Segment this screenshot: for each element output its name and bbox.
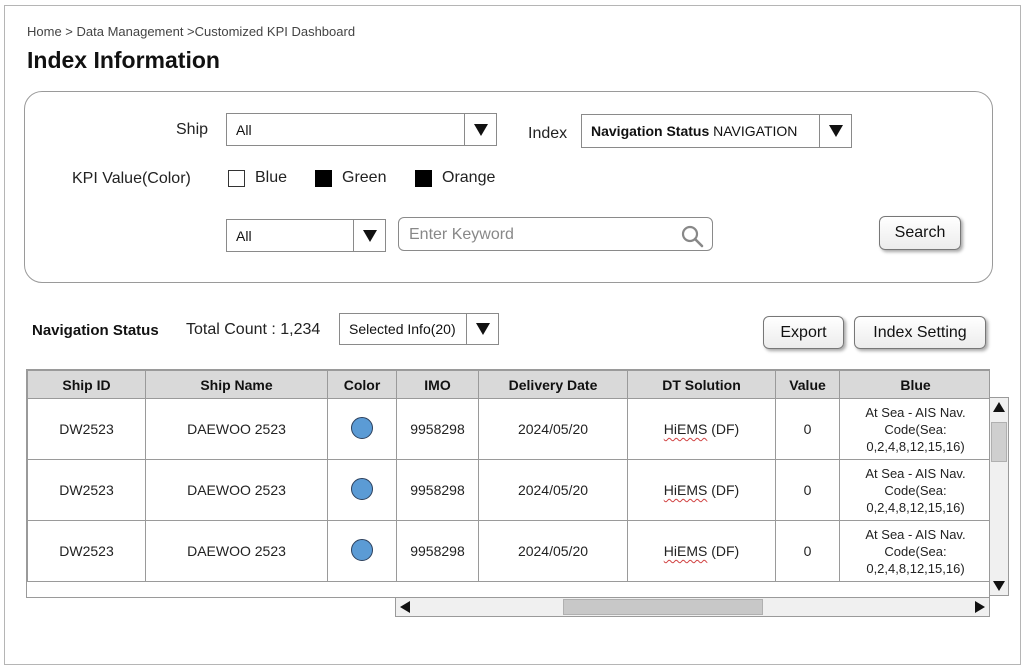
scroll-left-icon[interactable] bbox=[396, 598, 414, 616]
blue-criteria-line: Code(Sea: bbox=[884, 543, 947, 559]
selected-info-select[interactable]: Selected Info(20) bbox=[339, 313, 499, 345]
blue-criteria-line: 0,2,4,8,12,15,16) bbox=[866, 438, 965, 454]
column-header-dt-solution[interactable]: DT Solution bbox=[627, 370, 776, 399]
cell-ship-name: DAEWOO 2523 bbox=[145, 459, 328, 521]
cell-value: 0 bbox=[775, 398, 840, 460]
search-button[interactable]: Search bbox=[879, 216, 961, 250]
cell-dt-solution: HiEMS (DF) bbox=[627, 398, 776, 460]
blue-criteria-line: At Sea - AIS Nav. bbox=[865, 526, 966, 542]
cell-color bbox=[327, 398, 397, 460]
cell-dt-solution: HiEMS (DF) bbox=[627, 520, 776, 582]
page-title: Index Information bbox=[27, 47, 220, 73]
blue-criteria-line: Code(Sea: bbox=[884, 421, 947, 437]
index-select[interactable]: Navigation Status NAVIGATION bbox=[581, 114, 852, 148]
column-header-ship-name[interactable]: Ship Name bbox=[145, 370, 328, 399]
index-value-bold: Navigation Status bbox=[591, 123, 710, 139]
color-status-icon bbox=[351, 477, 373, 500]
cell-value: 0 bbox=[775, 520, 840, 582]
search-icon[interactable] bbox=[680, 224, 704, 248]
keyword-search-field[interactable] bbox=[398, 217, 713, 251]
cell-blue: At Sea - AIS Nav. Code(Sea: 0,2,4,8,12,1… bbox=[839, 520, 989, 582]
cell-imo: 9958298 bbox=[396, 398, 479, 460]
selected-info-value: Selected Info(20) bbox=[349, 321, 456, 337]
horizontal-scrollbar[interactable] bbox=[395, 597, 990, 617]
vertical-scrollbar[interactable] bbox=[989, 397, 1009, 596]
category-select[interactable]: All bbox=[226, 219, 386, 252]
keyword-input[interactable] bbox=[409, 224, 669, 246]
horizontal-scroll-thumb[interactable] bbox=[563, 599, 763, 615]
cell-ship-name: DAEWOO 2523 bbox=[145, 398, 328, 460]
dt-solution-name: HiEMS bbox=[663, 421, 708, 437]
column-header-color[interactable]: Color bbox=[327, 370, 397, 399]
chevron-down-icon[interactable] bbox=[353, 220, 385, 251]
cell-ship-id: DW2523 bbox=[27, 459, 146, 521]
cell-blue: At Sea - AIS Nav. Code(Sea: 0,2,4,8,12,1… bbox=[839, 459, 989, 521]
checkbox-checked-icon[interactable] bbox=[415, 169, 432, 187]
scroll-right-icon[interactable] bbox=[971, 598, 989, 616]
index-select-value: Navigation Status NAVIGATION bbox=[582, 123, 819, 139]
kpi-checkbox-label: Blue bbox=[255, 169, 288, 186]
table-row[interactable]: DW2523 DAEWOO 2523 9958298 2024/05/20 Hi… bbox=[27, 459, 989, 521]
cell-color bbox=[327, 459, 397, 521]
ship-select-value: All bbox=[236, 121, 252, 138]
blue-criteria-line: At Sea - AIS Nav. bbox=[865, 404, 966, 420]
kpi-checkbox-label: Green bbox=[342, 169, 387, 186]
dt-solution-type: (DF) bbox=[711, 421, 740, 437]
chevron-down-icon[interactable] bbox=[819, 115, 851, 147]
cell-ship-id: DW2523 bbox=[27, 520, 146, 582]
kpi-checkbox-label: Orange bbox=[442, 169, 496, 186]
ship-select[interactable]: All bbox=[226, 113, 497, 146]
blue-criteria-line: Code(Sea: bbox=[884, 482, 947, 498]
table-row[interactable]: DW2523 DAEWOO 2523 9958298 2024/05/20 Hi… bbox=[27, 398, 989, 460]
results-section-title: Navigation Status bbox=[32, 322, 159, 339]
ship-label: Ship bbox=[176, 121, 209, 138]
kpi-value-label: KPI Value(Color) bbox=[72, 170, 191, 187]
kpi-checkbox-orange[interactable]: Orange bbox=[415, 169, 495, 187]
index-setting-button[interactable]: Index Setting bbox=[854, 316, 986, 349]
table-row[interactable]: DW2523 DAEWOO 2523 9958298 2024/05/20 Hi… bbox=[27, 520, 989, 582]
cell-ship-id: DW2523 bbox=[27, 398, 146, 460]
column-header-blue[interactable]: Blue bbox=[839, 370, 989, 399]
cell-delivery-date: 2024/05/20 bbox=[478, 398, 628, 460]
checkbox-checked-icon[interactable] bbox=[315, 169, 332, 187]
breadcrumb: Home > Data Management >Customized KPI D… bbox=[27, 24, 356, 39]
table-header-row: Ship ID Ship Name Color IMO Delivery Dat… bbox=[27, 370, 989, 399]
cell-dt-solution: HiEMS (DF) bbox=[627, 459, 776, 521]
kpi-checkbox-blue[interactable]: Blue bbox=[228, 169, 287, 187]
cell-value: 0 bbox=[775, 459, 840, 521]
blue-criteria-line: 0,2,4,8,12,15,16) bbox=[866, 499, 965, 515]
results-table: Ship ID Ship Name Color IMO Delivery Dat… bbox=[26, 369, 990, 598]
category-select-value: All bbox=[236, 227, 252, 244]
index-value-rest: NAVIGATION bbox=[713, 123, 798, 139]
checkbox-icon[interactable] bbox=[228, 169, 245, 187]
cell-delivery-date: 2024/05/20 bbox=[478, 520, 628, 582]
blue-criteria-line: 0,2,4,8,12,15,16) bbox=[866, 560, 965, 576]
dt-solution-type: (DF) bbox=[711, 543, 740, 559]
export-button[interactable]: Export bbox=[763, 316, 844, 349]
cell-imo: 9958298 bbox=[396, 459, 479, 521]
cell-color bbox=[327, 520, 397, 582]
cell-blue: At Sea - AIS Nav. Code(Sea: 0,2,4,8,12,1… bbox=[839, 398, 989, 460]
column-header-imo[interactable]: IMO bbox=[396, 370, 479, 399]
cell-imo: 9958298 bbox=[396, 520, 479, 582]
dt-solution-name: HiEMS bbox=[663, 543, 708, 559]
index-label: Index bbox=[528, 125, 568, 142]
chevron-down-icon[interactable] bbox=[466, 314, 498, 344]
kpi-checkbox-green[interactable]: Green bbox=[315, 169, 386, 187]
scroll-up-icon[interactable] bbox=[990, 398, 1008, 416]
column-header-ship-id[interactable]: Ship ID bbox=[27, 370, 146, 399]
blue-criteria-line: At Sea - AIS Nav. bbox=[865, 465, 966, 481]
color-status-icon bbox=[351, 538, 373, 561]
dt-solution-type: (DF) bbox=[711, 482, 740, 498]
column-header-value[interactable]: Value bbox=[775, 370, 840, 399]
color-status-icon bbox=[351, 416, 373, 439]
scroll-down-icon[interactable] bbox=[990, 577, 1008, 595]
total-count: Total Count : 1,234 bbox=[186, 321, 321, 338]
column-header-delivery-date[interactable]: Delivery Date bbox=[478, 370, 628, 399]
vertical-scroll-thumb[interactable] bbox=[991, 422, 1007, 462]
cell-delivery-date: 2024/05/20 bbox=[478, 459, 628, 521]
chevron-down-icon[interactable] bbox=[464, 114, 496, 145]
dt-solution-name: HiEMS bbox=[663, 482, 708, 498]
cell-ship-name: DAEWOO 2523 bbox=[145, 520, 328, 582]
